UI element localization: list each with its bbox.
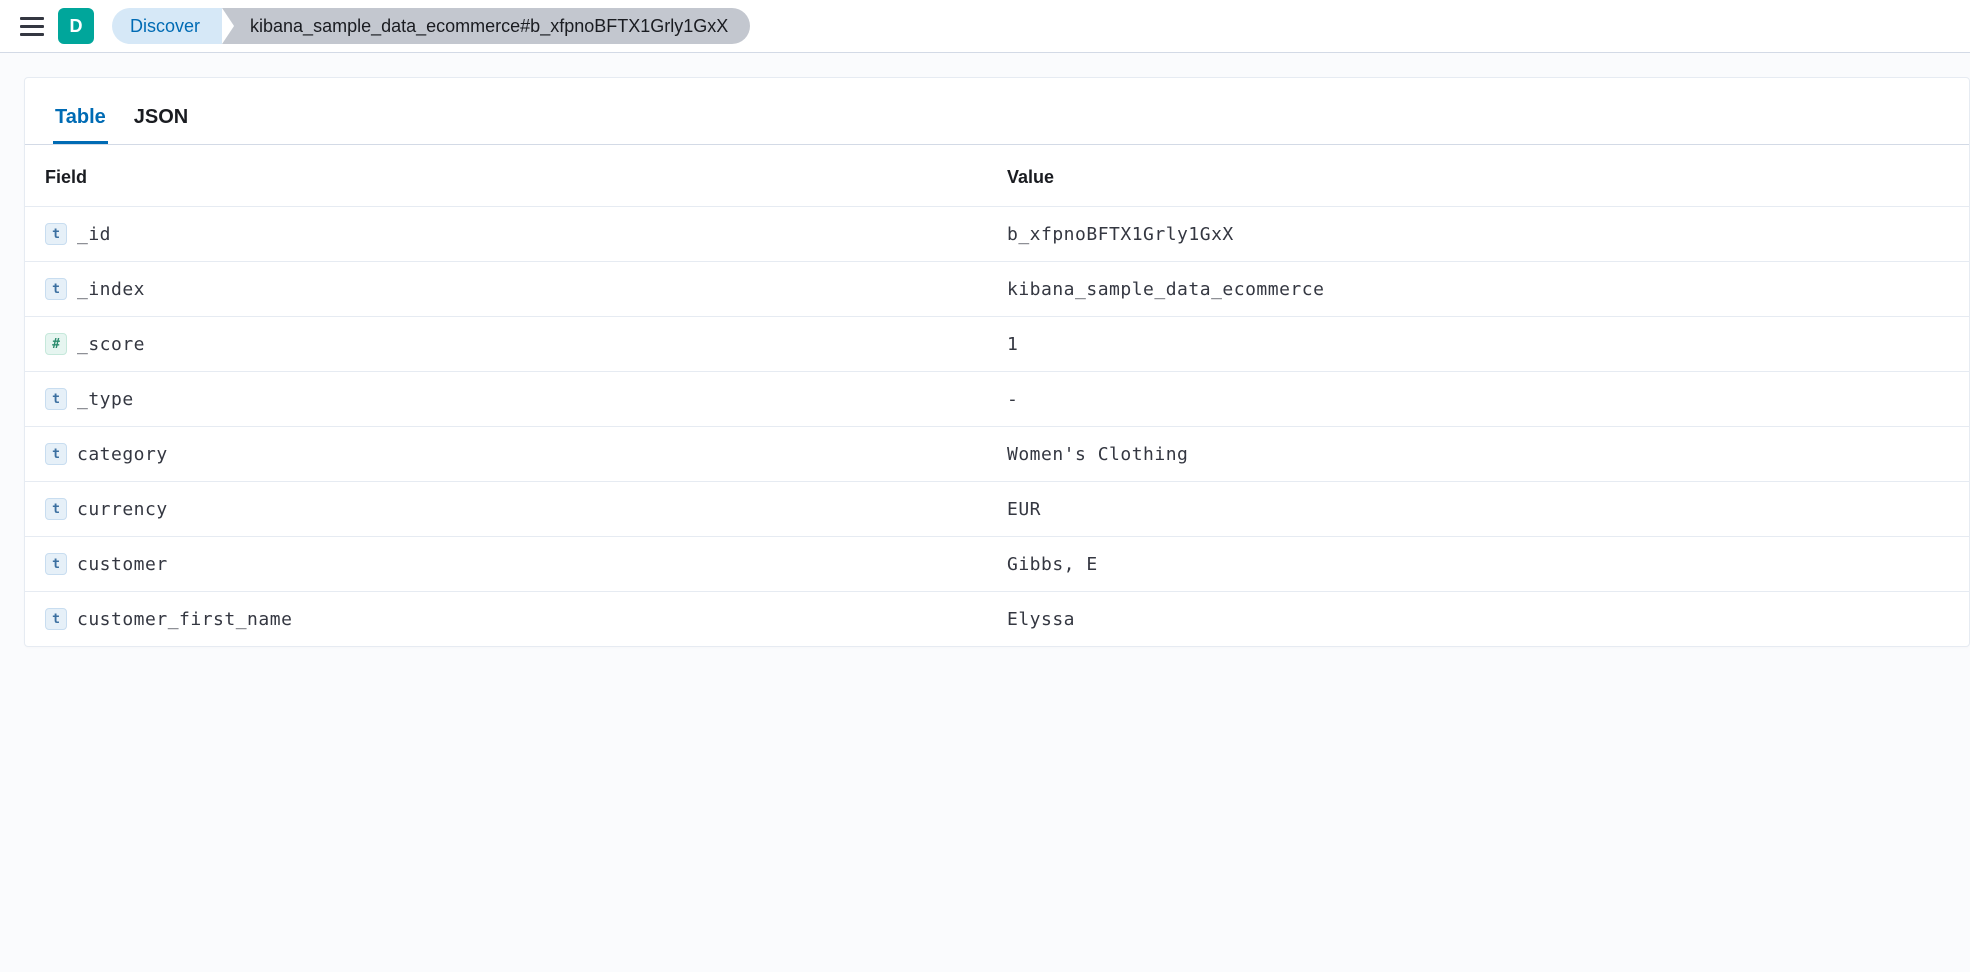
field-name: _score [77,334,145,355]
breadcrumb-root[interactable]: Discover [112,8,222,44]
breadcrumb-current: kibana_sample_data_ecommerce#b_xfpnoBFTX… [222,8,750,44]
table-row[interactable]: t category Women's Clothing [25,427,1969,482]
field-value: Elyssa [997,592,1969,647]
page-body: Table JSON Field Value t _id b_xfpnoBFTX1G… [0,53,1970,647]
column-header-field: Field [25,153,997,207]
number-field-icon: # [45,333,67,355]
field-value: kibana_sample_data_ecommerce [997,262,1969,317]
field-cell: t customer [25,537,997,592]
field-cell: t customer_first_name [25,592,997,647]
table-row[interactable]: t customer_first_name Elyssa [25,592,1969,647]
top-bar: D Discover kibana_sample_data_ecommerce#… [0,0,1970,53]
field-cell: t category [25,427,997,482]
tab-json[interactable]: JSON [132,106,190,144]
table-row[interactable]: t currency EUR [25,482,1969,537]
tabs: Table JSON [25,106,1969,145]
field-value: Women's Clothing [997,427,1969,482]
field-value: EUR [997,482,1969,537]
field-cell: t _type [25,372,997,427]
text-field-icon: t [45,223,67,245]
field-name: _id [77,224,111,245]
field-name: category [77,444,168,465]
table-row[interactable]: t _index kibana_sample_data_ecommerce [25,262,1969,317]
text-field-icon: t [45,608,67,630]
document-panel: Table JSON Field Value t _id b_xfpnoBFTX1G… [24,77,1970,647]
field-cell: # _score [25,317,997,372]
field-cell: t _id [25,207,997,262]
table-row[interactable]: t _type - [25,372,1969,427]
field-name: _index [77,279,145,300]
field-cell: t currency [25,482,997,537]
table-row[interactable]: t _id b_xfpnoBFTX1Grly1GxX [25,207,1969,262]
text-field-icon: t [45,553,67,575]
app-badge[interactable]: D [58,8,94,44]
field-name: _type [77,389,134,410]
field-value: 1 [997,317,1969,372]
table-row[interactable]: # _score 1 [25,317,1969,372]
text-field-icon: t [45,278,67,300]
field-value: Gibbs, E [997,537,1969,592]
column-header-value: Value [997,153,1969,207]
field-name: customer_first_name [77,609,292,630]
field-value: - [997,372,1969,427]
field-value: b_xfpnoBFTX1Grly1GxX [997,207,1969,262]
text-field-icon: t [45,498,67,520]
text-field-icon: t [45,388,67,410]
tab-table[interactable]: Table [53,106,108,144]
hamburger-menu-icon[interactable] [16,10,48,42]
field-name: currency [77,499,168,520]
breadcrumb: Discover kibana_sample_data_ecommerce#b_… [112,8,750,44]
text-field-icon: t [45,443,67,465]
document-fields-table: Field Value t_idb_xfpnoBFTX1Grly1GxXt_in… [25,153,1969,646]
field-name: customer [77,554,168,575]
table-row[interactable]: t customer Gibbs, E [25,537,1969,592]
field-cell: t _index [25,262,997,317]
